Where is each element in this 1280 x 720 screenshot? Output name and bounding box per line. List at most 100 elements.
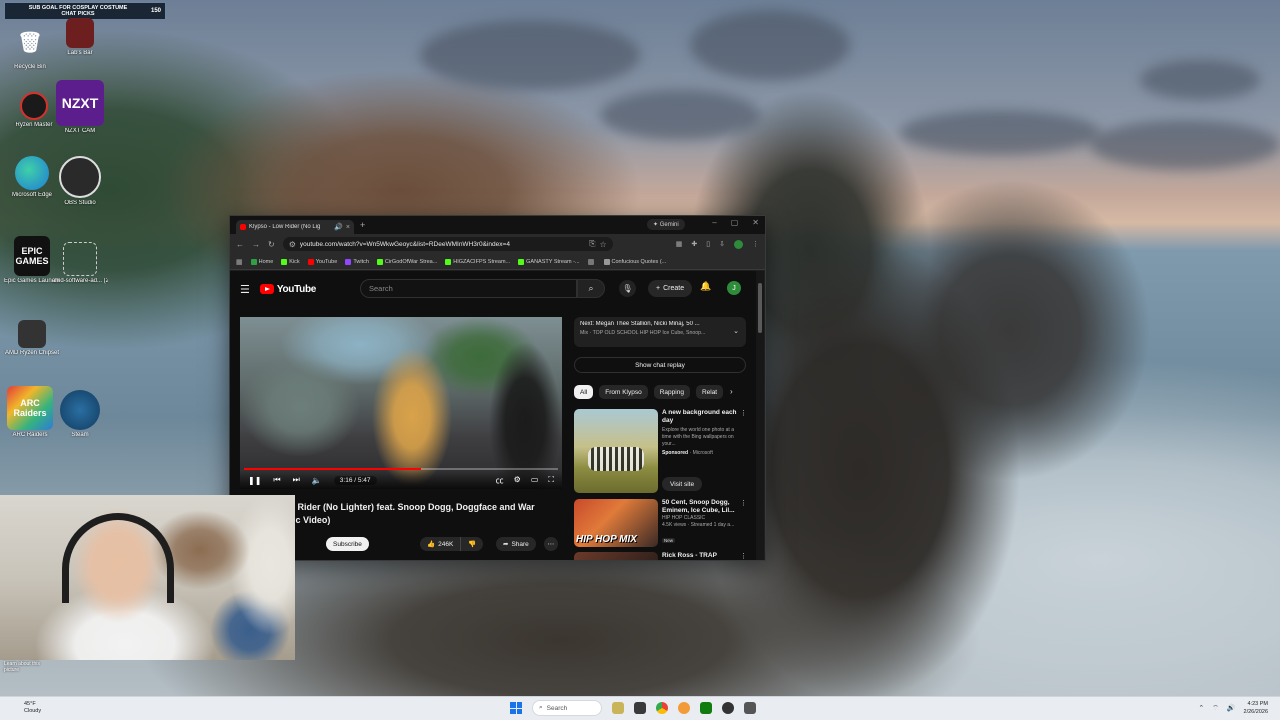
maximize-button[interactable]: ▢ bbox=[731, 218, 739, 227]
download-icon[interactable]: ⇩ bbox=[719, 240, 725, 248]
desktop-icon-recycle-bin[interactable]: 🗑 Recycle Bin bbox=[2, 22, 58, 71]
bookmark-label: GANASTY Stream -... bbox=[526, 258, 580, 265]
more-options-icon[interactable]: ⋮ bbox=[740, 499, 747, 507]
hamburger-menu-icon[interactable]: ☰ bbox=[240, 283, 250, 296]
browser-tab[interactable]: Klypso - Low Rider (No Lig 🔊 × bbox=[236, 220, 354, 234]
desktop-icon-arc-raiders[interactable]: ARC Raiders ARC Raiders bbox=[2, 386, 58, 438]
bookmark-item[interactable]: Twitch bbox=[345, 258, 369, 265]
apps-icon[interactable]: ▦ bbox=[236, 258, 243, 266]
desktop-icon-obs-studio[interactable]: OBS Studio bbox=[52, 156, 108, 206]
bookmark-item[interactable] bbox=[587, 258, 596, 265]
back-button[interactable]: ← bbox=[236, 240, 244, 249]
sidebar-icon[interactable]: ▯ bbox=[706, 240, 710, 248]
volume-icon[interactable]: 🔈 bbox=[312, 476, 322, 485]
reload-button[interactable]: ↻ bbox=[268, 240, 275, 249]
sponsored-ad-card[interactable]: A new background each day Explore the wo… bbox=[574, 409, 749, 495]
paint-icon[interactable] bbox=[678, 702, 690, 714]
puzzle-icon[interactable]: ✚ bbox=[691, 240, 697, 248]
extension-icon[interactable]: ▦ bbox=[676, 240, 683, 248]
gemini-button[interactable]: ✦ Gemini bbox=[647, 219, 685, 230]
chevron-up-icon[interactable]: ⌃ bbox=[1198, 704, 1204, 712]
recommended-video[interactable]: Rick Ross - TRAP ⋮ bbox=[574, 552, 749, 560]
desktop-icon-labs-bar[interactable]: Lab's Bar bbox=[52, 18, 108, 56]
youtube-play-icon bbox=[259, 284, 274, 294]
site-info-icon[interactable]: ⚙ bbox=[289, 240, 296, 249]
close-tab-icon[interactable]: × bbox=[346, 224, 350, 231]
desktop-icon-nzxt-cam[interactable]: NZXT NZXT CAM bbox=[52, 80, 108, 134]
more-options-icon[interactable]: ⋮ bbox=[740, 552, 747, 560]
address-bar[interactable]: ⚙ youtube.com/watch?v=Wn5WkwGeoyc&list=R… bbox=[282, 237, 613, 251]
dislike-button[interactable]: 👎 bbox=[461, 540, 483, 548]
bookmark-item[interactable]: HIGZACIFPS Stream... bbox=[445, 258, 510, 265]
chevron-right-icon[interactable]: › bbox=[730, 387, 733, 396]
bookmark-item[interactable]: Confucious Quotes (... bbox=[603, 258, 666, 265]
file-explorer-icon[interactable] bbox=[634, 702, 646, 714]
voice-search-button[interactable]: 🎙 bbox=[619, 280, 636, 297]
new-tab-button[interactable]: + bbox=[360, 220, 365, 230]
taskbar-search[interactable]: ⌕ Search bbox=[532, 700, 602, 716]
fullscreen-icon[interactable]: ⛶ bbox=[548, 475, 554, 486]
profile-avatar[interactable] bbox=[734, 239, 743, 249]
network-icon[interactable]: ⌔ bbox=[1212, 704, 1219, 713]
menu-icon[interactable]: ⋮ bbox=[752, 240, 759, 248]
bookmark-item[interactable]: CirGodOfWar Strea... bbox=[376, 258, 437, 265]
chip-all[interactable]: All bbox=[574, 385, 594, 399]
minimize-button[interactable]: – bbox=[712, 218, 716, 227]
notifications-bell-icon[interactable]: 🔔 bbox=[700, 281, 711, 292]
bookmark-item[interactable]: GANASTY Stream -... bbox=[518, 258, 580, 265]
recommended-video[interactable]: HIP HOP MIX 50 Cent, Snoop Dogg, Eminem,… bbox=[574, 499, 749, 549]
chevron-down-icon[interactable]: ⌄ bbox=[733, 327, 739, 335]
ad-description: Explore the world one photo at a time wi… bbox=[662, 427, 734, 447]
bookmark-star-icon[interactable]: ☆ bbox=[600, 240, 607, 249]
bookmark-item[interactable]: YouTube bbox=[307, 258, 337, 265]
theater-mode-icon[interactable]: ▭ bbox=[531, 475, 539, 486]
youtube-search-input[interactable]: Search bbox=[360, 279, 577, 298]
desktop-icon-label: NZXT CAM bbox=[64, 128, 96, 134]
bookmark-item[interactable]: Kick bbox=[281, 258, 300, 265]
like-button[interactable]: 👍 246K bbox=[420, 537, 462, 551]
youtube-logo[interactable]: YouTube bbox=[259, 284, 316, 295]
xbox-icon[interactable] bbox=[700, 702, 712, 714]
desktop-icon-amd-chipset[interactable]: AMD Ryzen Chipset bbox=[4, 320, 60, 356]
next-up-playlist[interactable]: Next: Megan Thee Stallion, Nicki Minaj, … bbox=[574, 317, 746, 347]
weather-widget[interactable]: 45°F Cloudy bbox=[24, 701, 41, 715]
search-button[interactable]: ⌕ bbox=[577, 279, 605, 298]
pause-icon[interactable]: ❚❚ bbox=[248, 476, 261, 485]
cast-icon[interactable]: ⎘ bbox=[589, 239, 595, 249]
widgets-icon[interactable] bbox=[612, 702, 624, 714]
share-button[interactable]: ➦ Share bbox=[496, 537, 536, 551]
obs-taskbar-icon[interactable] bbox=[722, 702, 734, 714]
chrome-icon[interactable] bbox=[656, 702, 668, 714]
chip-from-klypso[interactable]: From Klypso bbox=[599, 385, 648, 399]
settings-gear-icon[interactable]: ⚙ bbox=[514, 475, 521, 486]
more-actions-button[interactable]: ⋯ bbox=[544, 537, 558, 551]
video-progress-bar[interactable] bbox=[244, 468, 558, 470]
show-chat-replay-button[interactable]: Show chat replay bbox=[574, 357, 746, 373]
bookmark-item[interactable]: Home bbox=[250, 258, 273, 265]
visit-site-button[interactable]: Visit site bbox=[662, 477, 703, 491]
terminal-icon[interactable] bbox=[744, 702, 756, 714]
more-options-icon[interactable]: ⋮ bbox=[740, 409, 747, 417]
captions-icon[interactable]: ㏄ bbox=[496, 475, 504, 486]
video-player[interactable] bbox=[240, 317, 562, 489]
desktop-icon-amd-software[interactable]: amd-software-ad... (2) bbox=[52, 242, 108, 284]
windows-start-icon[interactable] bbox=[510, 702, 522, 714]
page-scrollbar[interactable] bbox=[756, 271, 764, 560]
search-icon: ⌕ bbox=[539, 704, 543, 711]
forward-button[interactable]: → bbox=[252, 240, 260, 249]
chip-rapping[interactable]: Rapping bbox=[653, 385, 690, 399]
scrollbar-thumb[interactable] bbox=[758, 283, 762, 333]
close-window-button[interactable]: ✕ bbox=[752, 218, 759, 227]
create-button[interactable]: + Create bbox=[648, 280, 693, 297]
learn-about-picture-link[interactable]: Learn about this picture bbox=[4, 661, 40, 673]
volume-icon[interactable]: 🔊 bbox=[1227, 704, 1236, 712]
chip-related[interactable]: Relat bbox=[695, 385, 724, 399]
player-controls: ❚❚ ⏮ ⏭ 🔈 3:16 / 5:47 ㏄ ⚙ ▭ ⛶ bbox=[240, 471, 562, 489]
video-thumbnail bbox=[574, 552, 658, 560]
subscribe-button[interactable]: Subscribe bbox=[326, 537, 369, 551]
desktop-icon-steam[interactable]: Steam bbox=[52, 390, 108, 438]
next-icon[interactable]: ⏭ bbox=[293, 475, 300, 485]
previous-icon[interactable]: ⏮ bbox=[273, 475, 280, 485]
clock[interactable]: 4:23 PM 2/26/2026 bbox=[1244, 700, 1268, 716]
account-avatar[interactable]: J bbox=[727, 281, 741, 295]
